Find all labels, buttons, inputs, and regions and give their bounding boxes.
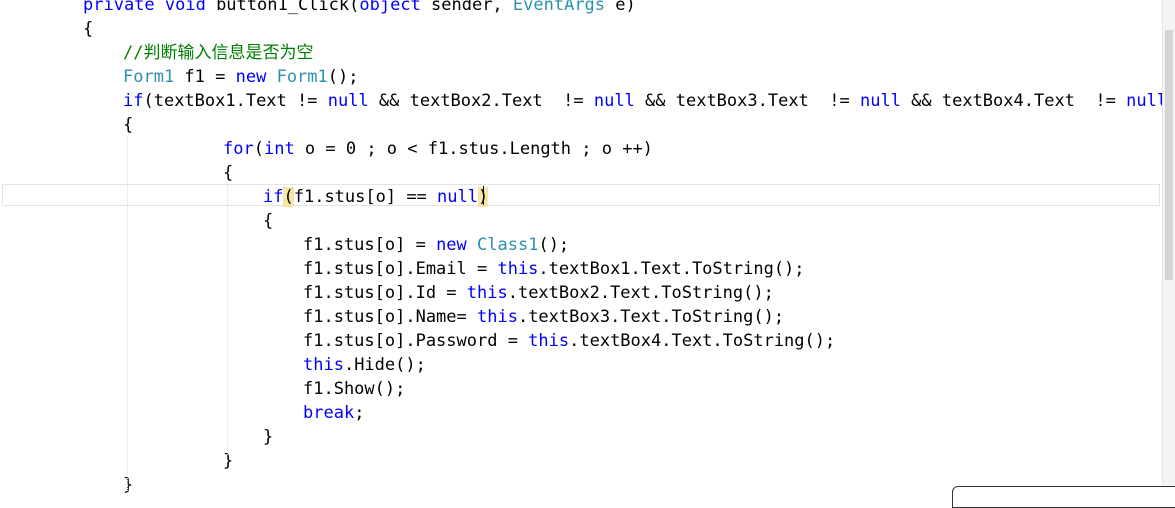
code-token: this bbox=[303, 355, 344, 375]
code-token: { bbox=[83, 19, 94, 39]
code-token: EventArgs bbox=[512, 0, 606, 15]
code-token: this bbox=[477, 307, 518, 327]
code-line[interactable]: if(textBox1.Text != null && textBox2.Tex… bbox=[0, 89, 1163, 113]
code-token: e) bbox=[605, 0, 636, 15]
code-token: object bbox=[359, 0, 421, 15]
code-token: f1.stus[o] == bbox=[293, 187, 438, 207]
code-token: .textBox1.Text.ToString(); bbox=[538, 259, 805, 279]
code-line[interactable]: //判断输入信息是否为空 bbox=[0, 41, 1163, 65]
code-token: .textBox3.Text.ToString(); bbox=[517, 307, 785, 327]
code-token: && textBox4.Text != bbox=[900, 91, 1127, 111]
code-token: { bbox=[223, 163, 234, 183]
indent-guide bbox=[227, 185, 228, 455]
code-token: Form1 bbox=[123, 67, 175, 87]
code-line[interactable]: } bbox=[0, 449, 1163, 473]
code-token: (); bbox=[327, 67, 359, 87]
code-token: sender, bbox=[420, 0, 513, 15]
code-token: this bbox=[528, 331, 570, 351]
code-line[interactable]: { bbox=[0, 209, 1163, 233]
code-token: .Hide(); bbox=[343, 355, 426, 375]
code-token: o = 0 ; o < f1.stus.Length ; o ++) bbox=[294, 139, 653, 159]
code-token: new bbox=[436, 235, 467, 255]
code-token: && textBox2.Text != bbox=[368, 91, 594, 111]
code-token: f1.stus[o].Email = bbox=[303, 259, 498, 279]
code-token: } bbox=[223, 451, 234, 471]
code-line[interactable]: for(int o = 0 ; o < f1.stus.Length ; o +… bbox=[0, 137, 1163, 161]
code-line[interactable]: } bbox=[0, 425, 1163, 449]
code-line[interactable]: f1.stus[o] = new Class1(); bbox=[0, 233, 1163, 257]
code-token: if bbox=[123, 91, 144, 111]
code-token: Class1 bbox=[477, 235, 539, 255]
code-line[interactable]: { bbox=[0, 17, 1163, 41]
code-token: && textBox3.Text != bbox=[634, 91, 860, 111]
code-token: } bbox=[123, 475, 134, 495]
code-line[interactable]: f1.stus[o].Email = this.textBox1.Text.To… bbox=[0, 257, 1163, 281]
code-token: } bbox=[263, 427, 274, 447]
code-token: button1_Click( bbox=[205, 0, 360, 15]
code-token: //判断输入信息是否为空 bbox=[123, 43, 314, 63]
code-line[interactable]: private void button1_Click(object sender… bbox=[0, 0, 1163, 17]
code-token: (textBox1.Text != bbox=[143, 91, 328, 111]
code-line[interactable]: if(f1.stus[o] == null) bbox=[0, 185, 1163, 209]
code-token: this bbox=[466, 283, 508, 303]
code-token: f1.stus[o] = bbox=[303, 235, 437, 255]
code-token: .textBox4.Text.ToString(); bbox=[569, 331, 836, 351]
code-token: break bbox=[303, 403, 355, 423]
code-token: int bbox=[263, 139, 295, 159]
code-line[interactable]: this.Hide(); bbox=[0, 353, 1163, 377]
code-line[interactable]: break; bbox=[0, 401, 1163, 425]
code-token: Form1 bbox=[276, 67, 328, 87]
code-token: f1.Show(); bbox=[303, 379, 406, 399]
code-token: ; bbox=[354, 403, 365, 423]
code-token: null bbox=[1126, 91, 1163, 111]
code-token: f1 = bbox=[174, 67, 236, 87]
code-token: new bbox=[235, 67, 267, 87]
overlapping-window-corner bbox=[952, 486, 1175, 508]
code-token: for bbox=[223, 139, 254, 159]
code-token: null bbox=[593, 91, 635, 111]
code-token: f1.stus[o].Id = bbox=[303, 283, 467, 303]
code-line[interactable]: Form1 f1 = new Form1(); bbox=[0, 65, 1163, 89]
indent-guide bbox=[127, 137, 128, 496]
code-token: ( bbox=[253, 139, 264, 159]
code-line[interactable]: { bbox=[0, 113, 1163, 137]
code-token: ( bbox=[283, 187, 294, 207]
code-token: null bbox=[437, 187, 478, 207]
code-line[interactable]: f1.stus[o].Name= this.textBox3.Text.ToSt… bbox=[0, 305, 1163, 329]
code-token: null bbox=[327, 91, 369, 111]
code-token: f1.stus[o].Password = bbox=[303, 331, 529, 351]
code-token: (); bbox=[538, 235, 570, 255]
scrollbar-thumb[interactable] bbox=[1165, 30, 1173, 280]
code-token: .textBox2.Text.ToString(); bbox=[507, 283, 774, 303]
code-token: { bbox=[263, 211, 274, 231]
code-editor[interactable]: private void button1_Click(object sender… bbox=[0, 0, 1163, 496]
code-token: f1.stus[o].Name= bbox=[303, 307, 477, 327]
code-token: if bbox=[263, 187, 284, 207]
code-token: private void bbox=[83, 0, 206, 15]
code-line[interactable]: { bbox=[0, 161, 1163, 185]
code-line[interactable]: f1.stus[o].Id = this.textBox2.Text.ToStr… bbox=[0, 281, 1163, 305]
code-token: null bbox=[859, 91, 901, 111]
text-caret bbox=[483, 186, 484, 205]
vertical-scrollbar[interactable] bbox=[1162, 0, 1175, 496]
code-line[interactable]: f1.stus[o].Password = this.textBox4.Text… bbox=[0, 329, 1163, 353]
code-token: { bbox=[123, 115, 134, 135]
code-token: this bbox=[497, 259, 539, 279]
code-line[interactable]: f1.Show(); bbox=[0, 377, 1163, 401]
